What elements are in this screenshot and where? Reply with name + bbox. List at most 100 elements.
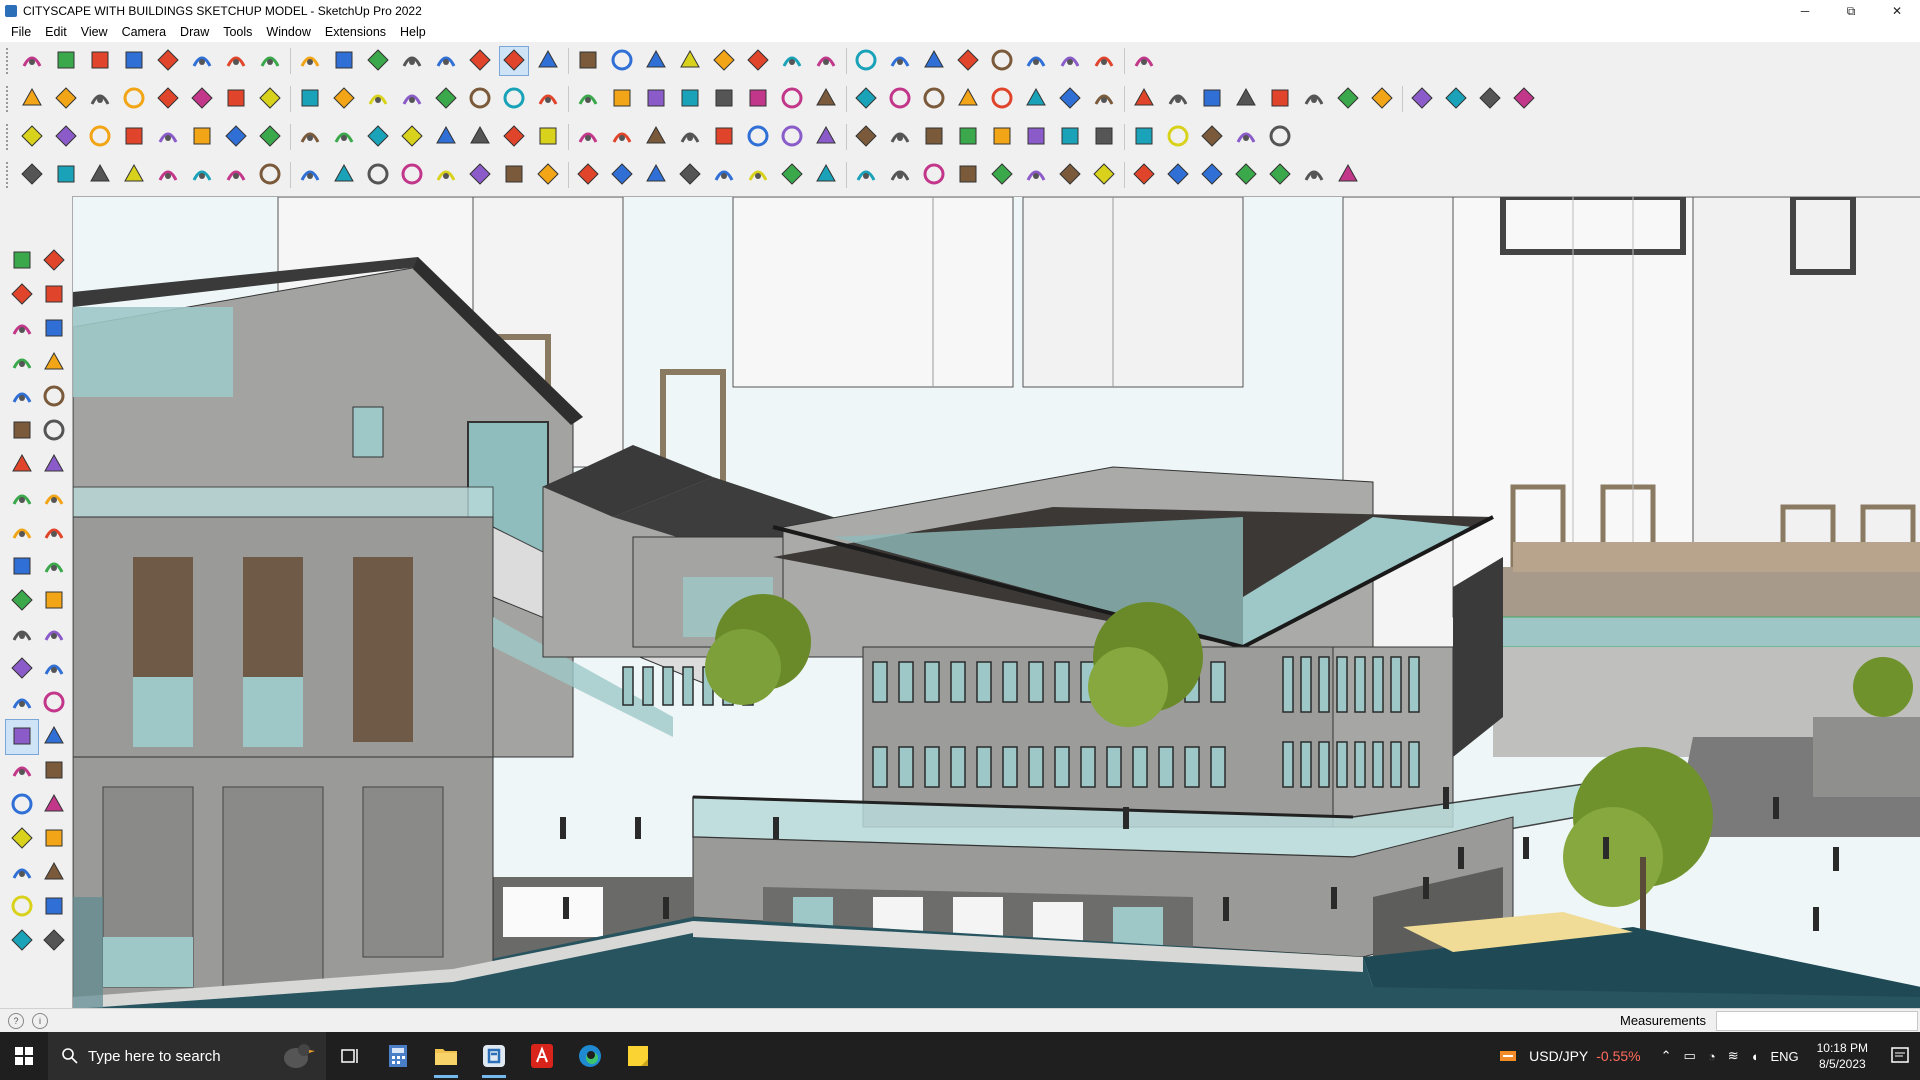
3d-text-tool[interactable] [38,686,70,720]
orbit-tool[interactable] [38,244,70,278]
green-plane-button[interactable] [120,123,148,151]
grid3-button[interactable] [1090,161,1118,189]
info-status-icon[interactable]: i [32,1013,48,1029]
follow-me-tool[interactable] [38,550,70,584]
start-button[interactable] [0,1032,48,1080]
wireframe-button[interactable] [86,85,114,113]
component-tool[interactable] [6,312,38,346]
tile-button[interactable] [534,85,562,113]
network-icon[interactable]: ◔ [1708,1049,1716,1064]
position-camera-tool[interactable] [6,822,38,856]
leaf2-button[interactable] [676,161,704,189]
bezier-button[interactable] [52,161,80,189]
house5-button[interactable] [744,85,772,113]
box-button[interactable] [18,85,46,113]
zoom-window-button[interactable] [574,47,602,75]
gem-button[interactable] [1334,161,1362,189]
wedge-button[interactable] [1266,161,1294,189]
minimize-button[interactable]: ─ [1782,0,1828,22]
spiral-button[interactable] [1198,85,1226,113]
line-tool[interactable] [6,346,38,380]
protractor-tool[interactable] [6,652,38,686]
sparkle-button[interactable] [778,123,806,151]
rotate-tool[interactable] [6,550,38,584]
back-arrow-button[interactable] [188,85,216,113]
toolbar-grip[interactable] [6,162,12,188]
shell-button[interactable] [466,161,494,189]
cup-button[interactable] [812,123,840,151]
menu-extensions[interactable]: Extensions [318,25,393,39]
solid-violet-button[interactable] [500,85,528,113]
shape3-button[interactable] [1022,123,1050,151]
down-arrow-button[interactable] [154,85,182,113]
cube1-button[interactable] [1334,85,1362,113]
pie-tool[interactable] [38,448,70,482]
car-button[interactable] [86,161,114,189]
tag-button[interactable] [812,85,840,113]
component-button[interactable] [812,47,840,75]
text-button[interactable] [432,47,460,75]
menu-edit[interactable]: Edit [38,25,74,39]
toolbar-grip[interactable] [6,124,12,150]
model-viewport[interactable] [72,196,1920,1009]
eraser-button[interactable] [86,47,114,75]
x-red-button[interactable] [1198,123,1226,151]
toolbar-grip[interactable] [6,48,12,74]
grid5-button[interactable] [1164,161,1192,189]
fan3-button[interactable] [886,161,914,189]
prism-button[interactable] [534,161,562,189]
arc-tool[interactable] [6,448,38,482]
shape4-button[interactable] [1056,123,1084,151]
dimension-tool[interactable] [38,618,70,652]
cols1-button[interactable] [574,161,602,189]
sticky-notes-app[interactable] [614,1032,662,1080]
zoom-extents-button[interactable] [608,47,636,75]
corner1-button[interactable] [364,161,392,189]
gear-orange-button[interactable] [710,123,738,151]
house1-button[interactable] [608,85,636,113]
lasso-button[interactable] [154,47,182,75]
pencil-button[interactable] [120,47,148,75]
door-button[interactable] [1022,161,1050,189]
hex-button[interactable] [954,85,982,113]
gear-gray-button[interactable] [154,161,182,189]
stack-button[interactable] [256,123,284,151]
eraser-tool[interactable] [38,278,70,312]
house2-button[interactable] [642,85,670,113]
squares-button[interactable] [1266,123,1294,151]
arc2-tool[interactable] [6,482,38,516]
lamp-button[interactable] [608,123,636,151]
section-button[interactable] [852,47,880,75]
grid2-button[interactable] [1056,161,1084,189]
house4-button[interactable] [710,85,738,113]
rectangle-button[interactable] [188,47,216,75]
stack2-button[interactable] [954,161,982,189]
orbit2-tool[interactable] [5,719,39,755]
plus-red-button[interactable] [466,123,494,151]
menu-camera[interactable]: Camera [115,25,173,39]
east-arrow-button[interactable] [330,85,358,113]
fwd-arrow-button[interactable] [364,85,392,113]
user-button[interactable] [778,47,806,75]
left-arrow-button[interactable] [256,85,284,113]
blue-plane-button[interactable] [18,123,46,151]
menu-view[interactable]: View [74,25,115,39]
taskbar-search[interactable]: Type here to search [48,1032,326,1080]
tape-tool[interactable] [6,618,38,652]
leaf-button[interactable] [398,85,426,113]
grid-orange-button[interactable] [1130,123,1158,151]
box-brown-button[interactable] [330,123,358,151]
square-red-button[interactable] [222,123,250,151]
stamp-tool[interactable] [6,924,38,958]
battery-icon[interactable]: ▭ [1684,1048,1696,1064]
view-front-button[interactable] [710,47,738,75]
cube6-button[interactable] [1510,85,1538,113]
loop-orange-button[interactable] [188,123,216,151]
follow-me-button[interactable] [256,47,284,75]
bench-button[interactable] [988,161,1016,189]
wifi-icon[interactable]: ≋ [1728,1048,1739,1064]
maximize-button[interactable]: ⧉ [1828,0,1874,22]
undo-button[interactable] [1056,47,1084,75]
close-button[interactable]: ✕ [1874,0,1920,22]
grid4-button[interactable] [1130,161,1158,189]
